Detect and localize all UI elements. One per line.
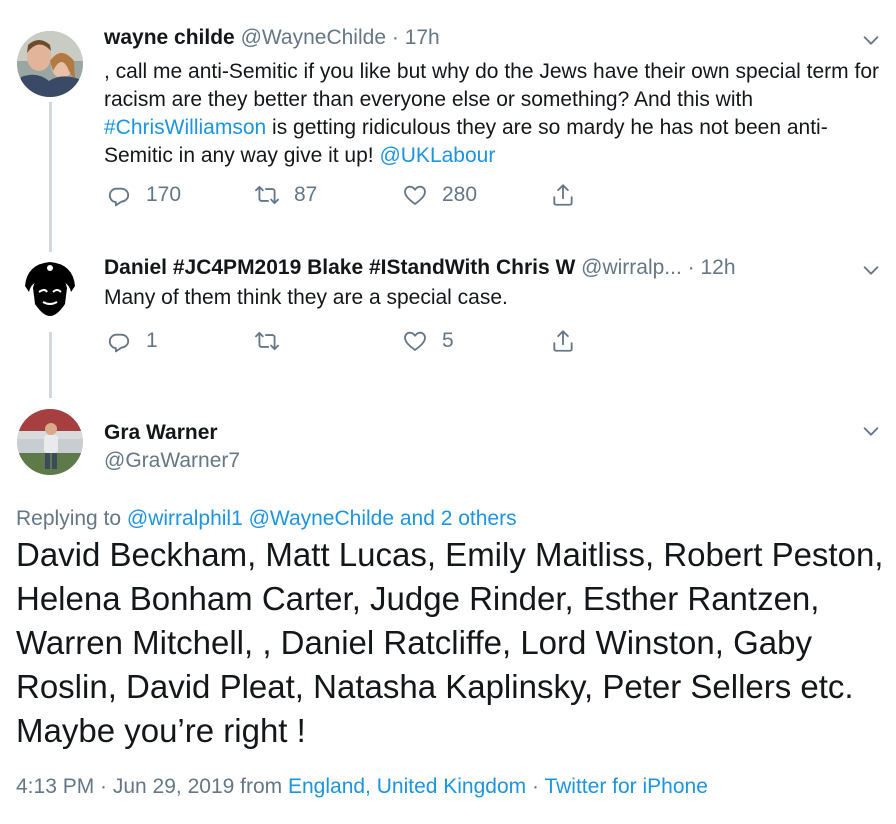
separator-dot: ·: [532, 775, 539, 798]
share-icon: [550, 328, 576, 354]
tweet-header: wayne childe @WayneChilde · 17h: [104, 24, 440, 52]
reply-count: 170: [146, 183, 182, 206]
like-count: 280: [442, 183, 478, 206]
chevron-down-icon[interactable]: [860, 29, 882, 51]
hashtag-link[interactable]: #ChrisWilliamson: [104, 116, 266, 139]
retweet-button[interactable]: [254, 328, 294, 354]
chevron-down-icon[interactable]: [860, 259, 882, 281]
tweet-text: Many of them think they are a special ca…: [104, 286, 508, 309]
separator-dot: ·: [391, 26, 399, 49]
like-icon: [402, 328, 428, 354]
reply-count: 1: [146, 329, 158, 352]
reply-button[interactable]: 170: [106, 182, 181, 208]
timestamp[interactable]: 17h: [405, 26, 440, 49]
like-button[interactable]: 280: [402, 182, 477, 208]
replying-to: Replying to @wirralphil1 @WayneChilde an…: [16, 505, 517, 533]
retweet-count: 87: [294, 183, 318, 206]
source-link[interactable]: Twitter for iPhone: [544, 775, 707, 798]
share-button[interactable]: [550, 182, 590, 208]
retweet-button[interactable]: 87: [254, 182, 317, 208]
display-name[interactable]: wayne childe: [104, 26, 235, 49]
handle[interactable]: @WayneChilde: [241, 26, 386, 49]
reply-icon: [106, 328, 132, 354]
reply-button[interactable]: 1: [106, 328, 158, 354]
handle[interactable]: @wirralp...: [581, 256, 682, 279]
retweet-icon: [254, 182, 280, 208]
avatar[interactable]: [17, 31, 83, 97]
replying-to-label: Replying to: [16, 507, 122, 530]
tweet-meta: 4:13 PM · Jun 29, 2019 from England, Uni…: [16, 772, 708, 802]
tweet-text-part: , call me anti-Semitic if you like but w…: [104, 60, 879, 111]
thread-line: [49, 102, 52, 252]
tweet-header: Daniel #JC4PM2019 Blake #IStandWith Chri…: [104, 254, 736, 282]
display-name[interactable]: Gra Warner: [104, 419, 218, 447]
avatar[interactable]: [17, 256, 83, 322]
separator-dot: ·: [687, 256, 695, 279]
like-count: 5: [442, 329, 454, 352]
retweet-icon: [254, 328, 280, 354]
like-icon: [402, 182, 428, 208]
tweet-text: , call me anti-Semitic if you like but w…: [104, 58, 884, 170]
tweet-datetime[interactable]: 4:13 PM · Jun 29, 2019 from: [16, 775, 282, 798]
mention-link[interactable]: @UKLabour: [379, 144, 495, 167]
share-icon: [550, 182, 576, 208]
main-tweet-text: David Beckham, Matt Lucas, Emily Maitlis…: [16, 536, 884, 749]
handle[interactable]: @GraWarner7: [104, 447, 240, 475]
thread-line: [49, 332, 52, 398]
chevron-down-icon[interactable]: [860, 420, 882, 442]
avatar[interactable]: [17, 409, 83, 475]
reply-icon: [106, 182, 132, 208]
location-link[interactable]: England, United Kingdom: [288, 775, 526, 798]
replying-to-users-link[interactable]: @wirralphil1 @WayneChilde and 2 others: [127, 507, 517, 530]
display-name[interactable]: Daniel #JC4PM2019 Blake #IStandWith Chri…: [104, 256, 575, 279]
share-button[interactable]: [550, 328, 590, 354]
timestamp[interactable]: 12h: [701, 256, 736, 279]
like-button[interactable]: 5: [402, 328, 454, 354]
